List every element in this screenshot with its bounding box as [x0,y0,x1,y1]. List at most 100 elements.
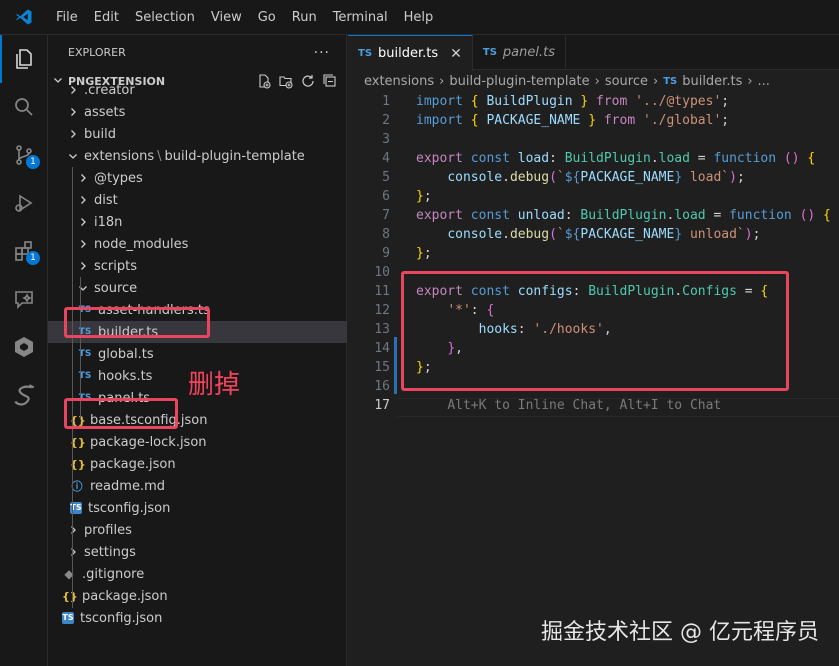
explorer-icon[interactable] [0,35,48,83]
code-token: = [705,208,730,223]
tree-folder[interactable]: build [48,123,347,145]
tree-label: hooks.ts [98,368,153,384]
typescript-icon: TS [482,47,497,58]
tree-folder[interactable]: assets [48,101,347,123]
more-actions-icon[interactable]: ··· [314,45,330,61]
tree-file[interactable]: ⓘ readme.md [48,475,347,497]
title-bar: File Edit Selection View Go Run Terminal Help [0,0,839,35]
tab-label: builder.ts [378,46,439,61]
menu-help[interactable]: Help [396,0,442,35]
tree-folder[interactable]: scripts [48,255,347,277]
code-token: ${ [564,227,581,242]
chevron-right-icon: › [747,73,753,89]
delete-annotation: 删掉 [188,370,241,400]
tree-file[interactable]: TS global.ts [48,343,347,365]
editor-tabs: TS builder.ts ✕ TS panel.ts [348,35,839,71]
tree-folder[interactable]: .creator [48,79,347,101]
tree-file[interactable]: TS tsconfig.json [48,607,347,629]
code-line: 8 console.debug(`${PACKAGE_NAME} unload`… [348,225,839,244]
code-line: 1 import { BuildPlugin } from '../@types'… [348,92,839,111]
line-number: 6 [382,189,390,204]
menu-go[interactable]: Go [250,0,284,35]
menu-edit[interactable]: Edit [86,0,127,35]
chat-icon[interactable] [0,275,48,323]
menu-selection[interactable]: Selection [127,0,203,35]
tree-file[interactable]: {} package-lock.json [48,431,347,453]
breadcrumb-item[interactable]: source [605,74,648,89]
menu-terminal[interactable]: Terminal [325,0,396,35]
cocos-s-icon[interactable] [0,371,48,419]
code-token: load [517,151,550,166]
line-number: 4 [382,151,390,166]
highlight-box-configs [401,271,789,391]
code-line: 2 import { PACKAGE_NAME } from './global'… [348,111,839,130]
chevron-right-icon: › [652,73,659,89]
code-token: ) [744,227,753,242]
tree-file[interactable]: TS tsconfig.json [48,497,347,519]
code-token: : [549,151,565,166]
code-token: PACKAGE_NAME [486,113,581,128]
tree-label: extensions [84,148,155,164]
code-token: from [596,94,628,109]
tree-folder[interactable]: profiles [48,519,347,541]
plugin-cube-icon[interactable] [0,323,48,371]
code-token: ( [549,227,557,242]
tree-folder[interactable]: extensions \ build-plugin-template [48,145,347,167]
code-token: () [799,208,816,223]
modified-lines-gutter [394,337,397,394]
tree-label: i18n [94,214,123,230]
code-token: { [470,94,479,109]
line-number: 16 [374,379,390,394]
code-line: 7 export const unload: BuildPlugin.load =… [348,206,839,225]
line-text: }; [416,244,432,263]
code-line: 6}; [348,187,839,206]
run-debug-icon[interactable] [0,179,48,227]
code-token: : [564,208,581,223]
code-token: debug [509,170,550,185]
tree-folder[interactable]: node_modules [48,233,347,255]
chevron-right-icon [76,260,90,272]
tree-folder[interactable]: @types [48,167,347,189]
code-token: import [416,94,463,109]
menu-run[interactable]: Run [284,0,325,35]
tree-folder[interactable]: source [48,277,347,299]
breadcrumb-item[interactable]: build-plugin-template [449,74,589,89]
extensions-icon[interactable]: 1 [0,227,48,275]
breadcrumb-item[interactable]: builder.ts [682,74,742,89]
tree-folder[interactable]: settings [48,541,347,563]
close-icon[interactable]: ✕ [450,46,462,62]
line-text: console.debug(`${PACKAGE_NAME} unload`); [416,225,760,244]
tree-file[interactable]: {} package.json [48,453,347,475]
line-number: 7 [382,208,390,223]
highlight-box-panel [64,398,178,429]
tree-label: package.json [90,456,176,472]
tab-builder-ts[interactable]: TS builder.ts ✕ [348,35,473,71]
tree-folder[interactable]: i18n [48,211,347,233]
vscode-logo-icon [0,0,48,35]
breadcrumb-item[interactable]: ... [758,74,770,89]
breadcrumb-item[interactable]: extensions [364,74,434,89]
line-number: 5 [382,170,390,185]
line-number: 9 [382,246,390,261]
tab-panel-ts[interactable]: TS panel.ts [473,35,566,70]
tree-file[interactable]: {} package.json [48,585,347,607]
extensions-badge: 1 [26,251,40,265]
code-line: 9}; [348,244,839,263]
code-token: load` [682,170,730,185]
line-text: import { BuildPlugin } from '../@types'; [416,92,729,111]
search-icon[interactable] [0,83,48,131]
code-line: 17 Alt+K to Inline Chat, Alt+I to Chat [348,396,839,415]
tree-folder[interactable]: dist [48,189,347,211]
source-control-icon[interactable]: 1 [0,131,48,179]
line-text: import { PACKAGE_NAME } from './global'; [416,111,729,130]
tree-file[interactable]: ◆ .gitignore [48,563,347,585]
line-number: 15 [374,360,390,375]
code-token: PACKAGE_NAME [580,227,675,242]
menu-view[interactable]: View [203,0,250,35]
chevron-down-icon [66,150,80,162]
menu-file[interactable]: File [48,0,86,35]
